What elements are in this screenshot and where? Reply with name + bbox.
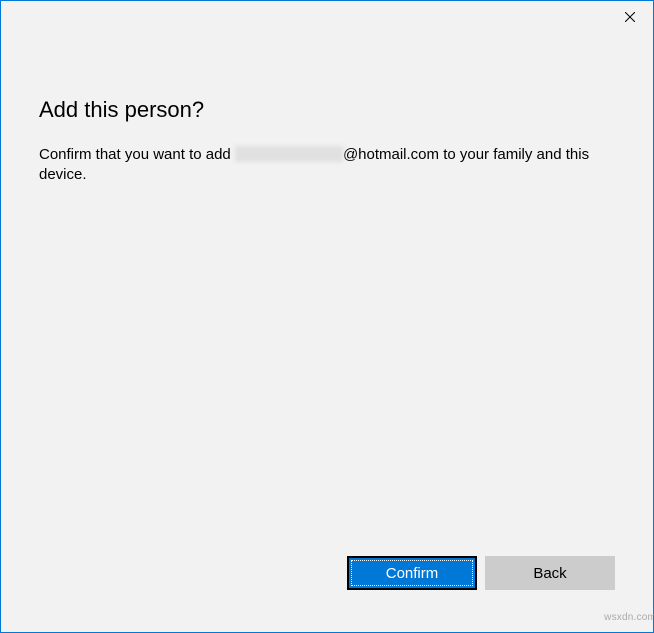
body-prefix: Confirm that you want to add bbox=[39, 146, 235, 163]
dialog-body: Confirm that you want to add @hotmail.co… bbox=[39, 145, 615, 185]
titlebar bbox=[1, 1, 653, 33]
button-row: Confirm Back bbox=[347, 556, 615, 590]
redacted-email-local bbox=[235, 146, 343, 162]
back-button[interactable]: Back bbox=[485, 556, 615, 590]
dialog-heading: Add this person? bbox=[39, 97, 615, 123]
close-icon bbox=[625, 12, 635, 22]
close-button[interactable] bbox=[607, 1, 653, 33]
watermark: wsxdn.com bbox=[604, 612, 654, 623]
confirm-button[interactable]: Confirm bbox=[347, 556, 477, 590]
dialog-window: Add this person? Confirm that you want t… bbox=[0, 0, 654, 633]
dialog-content: Add this person? Confirm that you want t… bbox=[1, 33, 653, 185]
